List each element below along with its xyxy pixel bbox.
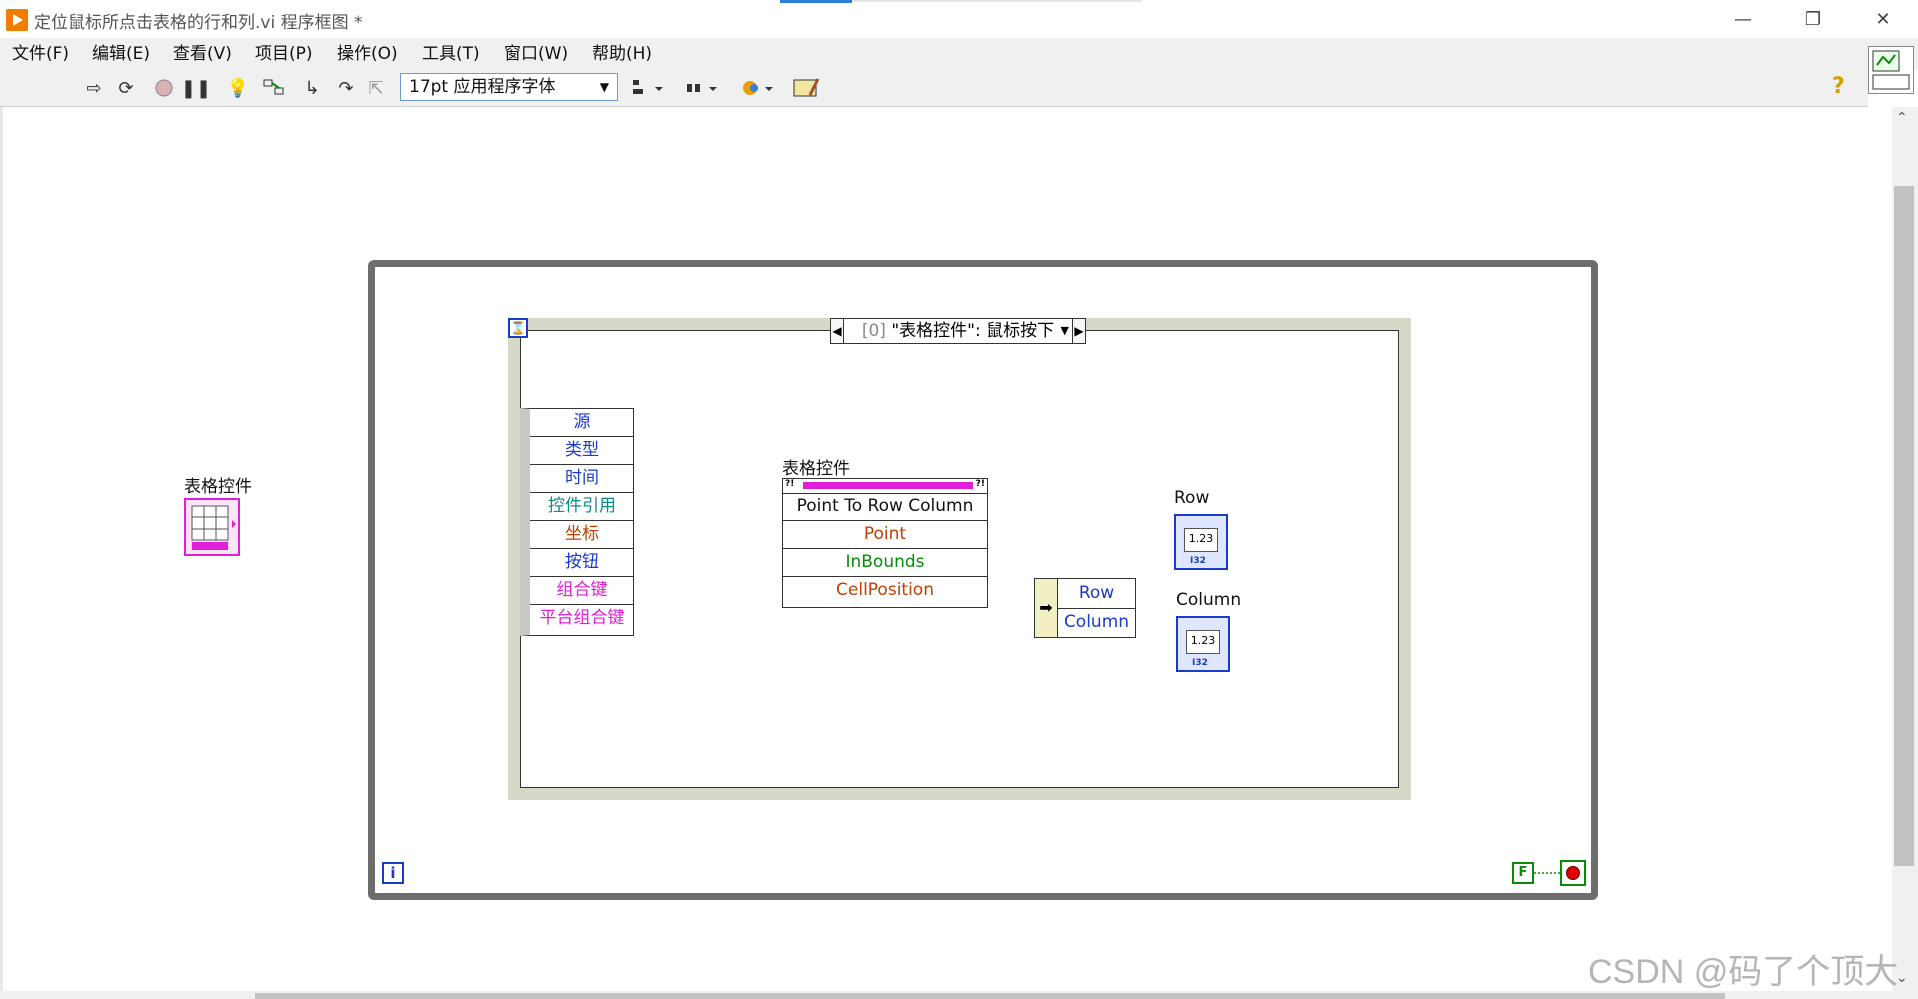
timeout-terminal[interactable]: ⌛ <box>508 318 528 338</box>
ref-out-icon: ?! <box>975 479 985 489</box>
prev-case-icon[interactable]: ◀ <box>831 319 844 343</box>
iteration-terminal[interactable]: i <box>382 862 404 884</box>
invoke-node-label: 表格控件 <box>782 459 850 479</box>
row-indicator[interactable]: 1.23 I32 <box>1174 514 1228 570</box>
invoke-method-name[interactable]: Point To Row Column <box>783 493 987 521</box>
unbundle-column[interactable]: Column <box>1058 608 1135 637</box>
event-data-button[interactable]: 按钮 <box>530 549 634 577</box>
event-data-modifiers[interactable]: 组合键 <box>530 577 634 605</box>
unbundle-arrow-icon: ➡ <box>1035 579 1058 637</box>
invoke-param-point[interactable]: Point <box>783 521 987 549</box>
unbundle-row[interactable]: Row <box>1058 579 1135 609</box>
column-indicator-display: 1.23 <box>1186 630 1220 654</box>
row-indicator-display: 1.23 <box>1184 528 1218 552</box>
table-control-terminal[interactable] <box>184 498 240 556</box>
column-indicator-type: I32 <box>1192 658 1208 668</box>
event-data-coords[interactable]: 坐标 <box>530 521 634 549</box>
event-case-selector[interactable]: ◀ [0] "表格控件": 鼠标按下 ▼ ▶ <box>830 318 1086 344</box>
invoke-param-cellposition[interactable]: CellPosition <box>783 577 987 605</box>
invoke-param-inbounds[interactable]: InBounds <box>783 549 987 577</box>
false-constant[interactable]: F <box>1512 862 1534 884</box>
chevron-down-icon[interactable]: ▼ <box>1061 319 1069 343</box>
event-data-node[interactable]: 源 类型 时间 控件引用 坐标 按钮 组合键 平台组合键 <box>520 408 634 636</box>
row-indicator-type: I32 <box>1190 556 1206 566</box>
event-data-source[interactable]: 源 <box>530 409 634 437</box>
column-indicator-label: Column <box>1176 590 1242 610</box>
next-case-icon[interactable]: ▶ <box>1072 319 1085 343</box>
invoke-node-header: ?! ?! <box>783 479 987 494</box>
event-case-index: [0] <box>861 321 886 341</box>
table-control-label: 表格控件 <box>184 477 252 497</box>
column-indicator[interactable]: 1.23 I32 <box>1176 616 1230 672</box>
table-icon <box>191 505 236 550</box>
invoke-node[interactable]: ?! ?! Point To Row Column Point InBounds… <box>782 478 988 608</box>
stop-terminal[interactable] <box>1560 860 1586 886</box>
row-indicator-label: Row <box>1174 488 1210 508</box>
event-data-type[interactable]: 类型 <box>530 437 634 465</box>
unbundle-by-name[interactable]: ➡ Row Column <box>1034 578 1136 638</box>
watermark: CSDN @码了个顶大 <box>1588 953 1899 991</box>
event-data-platmods[interactable]: 平台组合键 <box>530 605 634 633</box>
event-data-ctlref[interactable]: 控件引用 <box>530 493 634 521</box>
ref-in-icon: ?! <box>785 479 795 489</box>
event-data-time[interactable]: 时间 <box>530 465 634 493</box>
event-case-name: "表格控件": 鼠标按下 <box>891 321 1055 341</box>
reference-bar <box>803 482 973 489</box>
